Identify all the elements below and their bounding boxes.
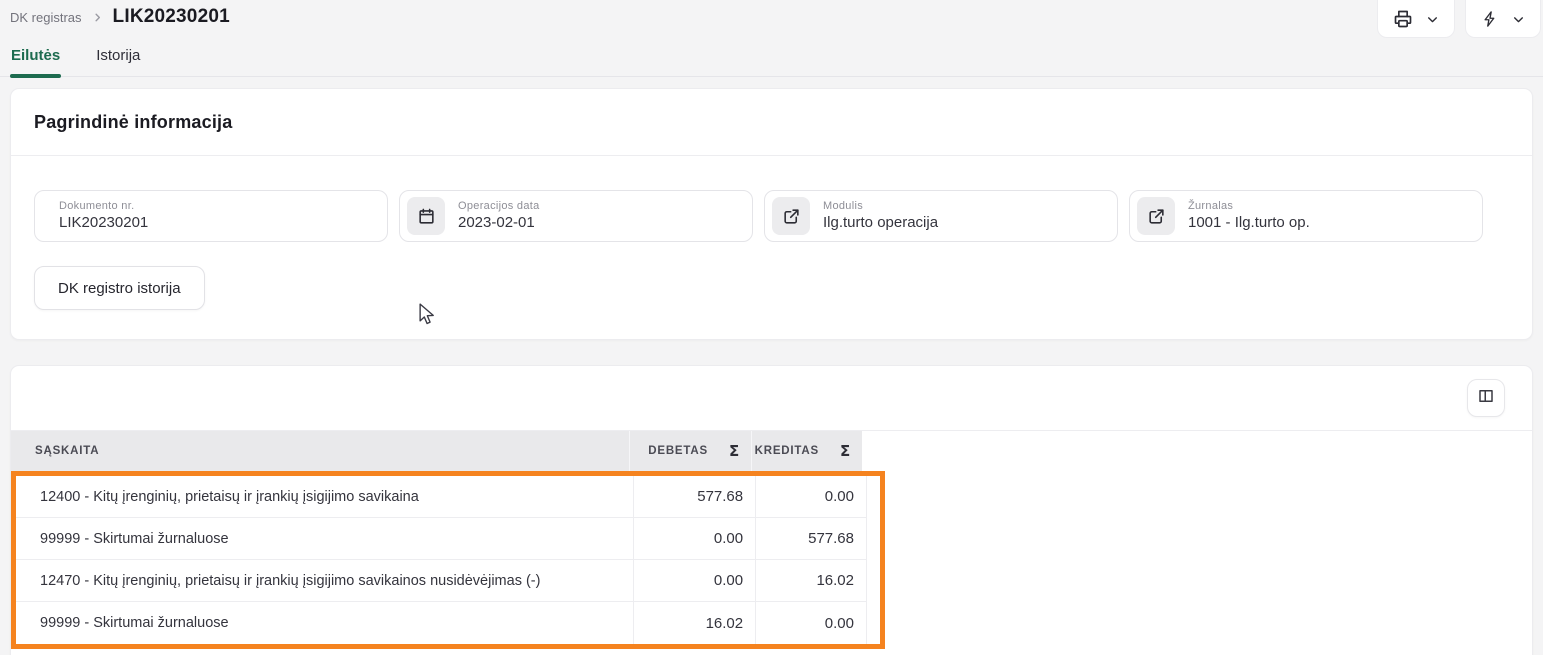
tab-istorija[interactable]: Istorija [95,45,141,76]
document-number-field[interactable]: Dokumento nr. LIK20230201 [34,190,388,242]
table-body: 12400 - Kitų įrenginių, prietaisų ir įra… [16,476,867,644]
field-label: Operacijos data [458,200,540,214]
column-header-kreditas[interactable]: KREDITAS Σ [751,431,862,471]
dk-register-history-button[interactable]: DK registro istorija [34,266,205,310]
journal-field[interactable]: Žurnalas 1001 - Ilg.turto op. [1129,190,1483,242]
account-cell: 12400 - Kitų įrenginių, prietaisų ir įra… [16,476,633,517]
debit-cell: 0.00 [633,518,755,559]
lines-table-card: SĄSKAITA DEBETAS Σ KREDITAS Σ 12400 - Ki… [10,365,1533,655]
field-label: Modulis [823,200,938,214]
credit-cell: 16.02 [755,560,866,601]
table-toolbar [11,366,1532,431]
account-cell: 99999 - Skirtumai žurnaluose [16,518,633,559]
account-cell: 99999 - Skirtumai žurnaluose [16,602,633,644]
debit-cell: 577.68 [633,476,755,517]
table-row[interactable]: 12400 - Kitų įrenginių, prietaisų ir įra… [16,476,866,518]
table-row[interactable]: 99999 - Skirtumai žurnaluose 16.02 0.00 [16,602,866,644]
actions-menu-button[interactable] [1465,0,1541,38]
field-label: Dokumento nr. [59,200,148,214]
columns-icon [1477,387,1495,410]
main-info-card: Pagrindinė informacija Dokumento nr. LIK… [10,88,1533,340]
field-row: Dokumento nr. LIK20230201 Operacijos dat… [11,156,1532,242]
account-cell: 12470 - Kitų įrenginių, prietaisų ir įra… [16,560,633,601]
field-value: Ilg.turto operacija [823,214,938,233]
chevron-down-icon [1426,13,1439,26]
table-header-row: SĄSKAITA DEBETAS Σ KREDITAS Σ [11,431,862,471]
table-row[interactable]: 99999 - Skirtumai žurnaluose 0.00 577.68 [16,518,866,560]
column-header-label: DEBETAS [648,445,708,457]
column-settings-button[interactable] [1467,379,1505,417]
debit-cell: 0.00 [633,560,755,601]
breadcrumb: DK registras LIK20230201 [10,6,230,28]
field-value: 1001 - Ilg.turto op. [1188,214,1310,233]
field-value: LIK20230201 [59,214,148,233]
field-label: Žurnalas [1188,200,1310,214]
header-actions [1377,0,1541,38]
print-menu-button[interactable] [1377,0,1455,38]
tab-bar: Eilutės Istorija [0,45,1543,77]
printer-icon [1393,9,1413,29]
breadcrumb-link-dk-registras[interactable]: DK registras [10,10,82,25]
external-link-icon[interactable] [772,197,810,235]
column-header-label: KREDITAS [755,445,819,457]
external-link-icon[interactable] [1137,197,1175,235]
column-header-debetas[interactable]: DEBETAS Σ [629,431,751,471]
credit-cell: 0.00 [755,476,866,517]
page-title: LIK20230201 [113,6,230,28]
credit-cell: 0.00 [755,602,866,644]
sum-sigma-icon[interactable]: Σ [729,442,740,460]
chevron-right-icon [92,12,103,23]
credit-cell: 577.68 [755,518,866,559]
chevron-down-icon [1512,13,1525,26]
highlight-frame: 12400 - Kitų įrenginių, prietaisų ir įra… [11,471,885,649]
column-header-saskaita[interactable]: SĄSKAITA [11,445,629,457]
card-title: Pagrindinė informacija [34,112,232,133]
debit-cell: 16.02 [633,602,755,644]
table-row[interactable]: 12470 - Kitų įrenginių, prietaisų ir įra… [16,560,866,602]
field-value: 2023-02-01 [458,214,540,233]
lightning-icon [1481,10,1499,28]
card-header: Pagrindinė informacija [11,89,1532,156]
tab-eilutes[interactable]: Eilutės [10,45,61,76]
module-field[interactable]: Modulis Ilg.turto operacija [764,190,1118,242]
calendar-icon[interactable] [407,197,445,235]
operation-date-field[interactable]: Operacijos data 2023-02-01 [399,190,753,242]
app-root: DK registras LIK20230201 Eilutės Istorij… [0,0,1543,655]
sum-sigma-icon[interactable]: Σ [840,442,851,460]
